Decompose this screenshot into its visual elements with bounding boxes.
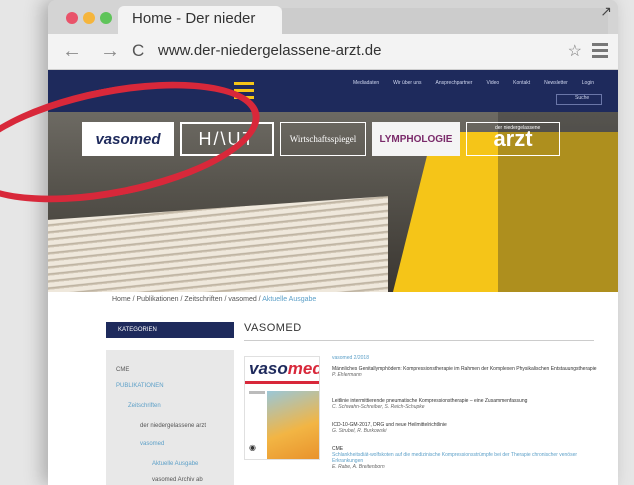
- topnav-item[interactable]: Mediadaten: [353, 80, 379, 86]
- breadcrumb: Home / Publikationen / Zeitschriften / v…: [112, 296, 316, 303]
- nav-buttons: ← →: [62, 40, 120, 63]
- cover-text-block: [249, 391, 265, 394]
- expand-icon[interactable]: ↗: [600, 3, 612, 20]
- close-icon[interactable]: [66, 12, 78, 24]
- sidebar-item-zeitschriften[interactable]: Zeitschriften: [128, 403, 161, 409]
- article-authors: C. Schwahn-Schreiber, S. Reich-Schupke: [332, 404, 425, 410]
- forward-arrow-icon[interactable]: →: [100, 40, 120, 63]
- magazine-cover[interactable]: vasomed ◉: [244, 356, 320, 460]
- site-search-input[interactable]: Suche: [556, 94, 602, 105]
- sidebar-item-archiv[interactable]: vasomed Archiv ab: [152, 477, 203, 483]
- maximize-icon[interactable]: [100, 12, 112, 24]
- cme-link[interactable]: Schlankheitsdiät-wolfskoten auf die medi…: [332, 452, 602, 464]
- tab-title: Home - Der nieder: [132, 10, 256, 27]
- section-title: VASOMED: [244, 322, 302, 334]
- cover-title: vasomed: [249, 359, 320, 378]
- article-3[interactable]: ICD-10-GM-2017, DRG und neue Heilmittelr…: [332, 422, 602, 434]
- top-navigation: Mediadaten Wir über uns Ansprechpartner …: [353, 80, 594, 86]
- issue-label[interactable]: vasomed 2/2018: [332, 355, 369, 361]
- breadcrumb-current[interactable]: Aktuelle Ausgabe: [262, 296, 316, 303]
- sidebar-item-cme[interactable]: CME: [116, 367, 129, 373]
- url-text[interactable]: www.der-niedergelassene-arzt.de: [158, 42, 381, 59]
- browser-toolbar: ← → C www.der-niedergelassene-arzt.de ☆: [48, 34, 618, 70]
- window-controls: [66, 12, 112, 24]
- sidebar-item-publikationen[interactable]: PUBLIKATIONEN: [116, 383, 164, 389]
- article-authors: E. Rabe, A. Breitenborn: [332, 464, 385, 470]
- back-arrow-icon[interactable]: ←: [62, 40, 82, 63]
- bookmark-star-icon[interactable]: ☆: [568, 41, 582, 61]
- minimize-icon[interactable]: [83, 12, 95, 24]
- browser-window: Home - Der nieder ↗ ← → C www.der-nieder…: [48, 0, 618, 485]
- breadcrumb-path[interactable]: Home / Publikationen / Zeitschriften / v…: [112, 296, 262, 303]
- browser-tab[interactable]: Home - Der nieder: [118, 6, 282, 34]
- sidebar: CME PUBLIKATIONEN Zeitschriften der nied…: [106, 350, 234, 485]
- topnav-item[interactable]: Ansprechpartner: [436, 80, 473, 86]
- section-divider: [244, 340, 594, 341]
- topnav-item[interactable]: Wir über uns: [393, 80, 421, 86]
- topnav-item[interactable]: Newsletter: [544, 80, 568, 86]
- article-authors: G. Strubel, R. Burkowski: [332, 428, 387, 434]
- sidebar-item-aktuelle-ausgabe[interactable]: Aktuelle Ausgabe: [152, 461, 198, 467]
- menu-icon[interactable]: [592, 43, 608, 61]
- cover-accent-bar: [245, 381, 319, 384]
- wirtschaftsspiegel-logo[interactable]: Wirtschaftsspiegel: [280, 122, 366, 156]
- sidebar-item-vasomed[interactable]: vasomed: [140, 441, 164, 447]
- title-bar: Home - Der nieder ↗: [48, 0, 618, 34]
- article-1[interactable]: Männliches Genitallymphödem: Kompression…: [332, 366, 602, 378]
- arzt-logo-small: der niedergelassene: [495, 125, 541, 131]
- topnav-item[interactable]: Kontakt: [513, 80, 530, 86]
- sidebar-header: KATEGORIEN: [106, 322, 234, 338]
- sidebar-item-arzt[interactable]: der niedergelassene arzt: [140, 423, 206, 429]
- article-title: Männliches Genitallymphödem: Kompression…: [332, 366, 597, 372]
- article-2[interactable]: Leitlinie intermittierende pneumatische …: [332, 398, 602, 410]
- topnav-item[interactable]: Login: [582, 80, 594, 86]
- arzt-logo[interactable]: der niedergelassene arzt: [466, 122, 560, 156]
- new-tab-area[interactable]: [282, 8, 608, 34]
- article-cme[interactable]: CME Schlankheitsdiät-wolfskoten auf die …: [332, 446, 602, 470]
- article-authors: P. Ehlermann: [332, 372, 362, 378]
- lymphologie-logo[interactable]: LYMPHOLOGIE: [372, 122, 460, 156]
- topnav-item[interactable]: Video: [486, 80, 499, 86]
- eye-icon: ◉: [249, 443, 256, 452]
- cover-image: [267, 391, 319, 459]
